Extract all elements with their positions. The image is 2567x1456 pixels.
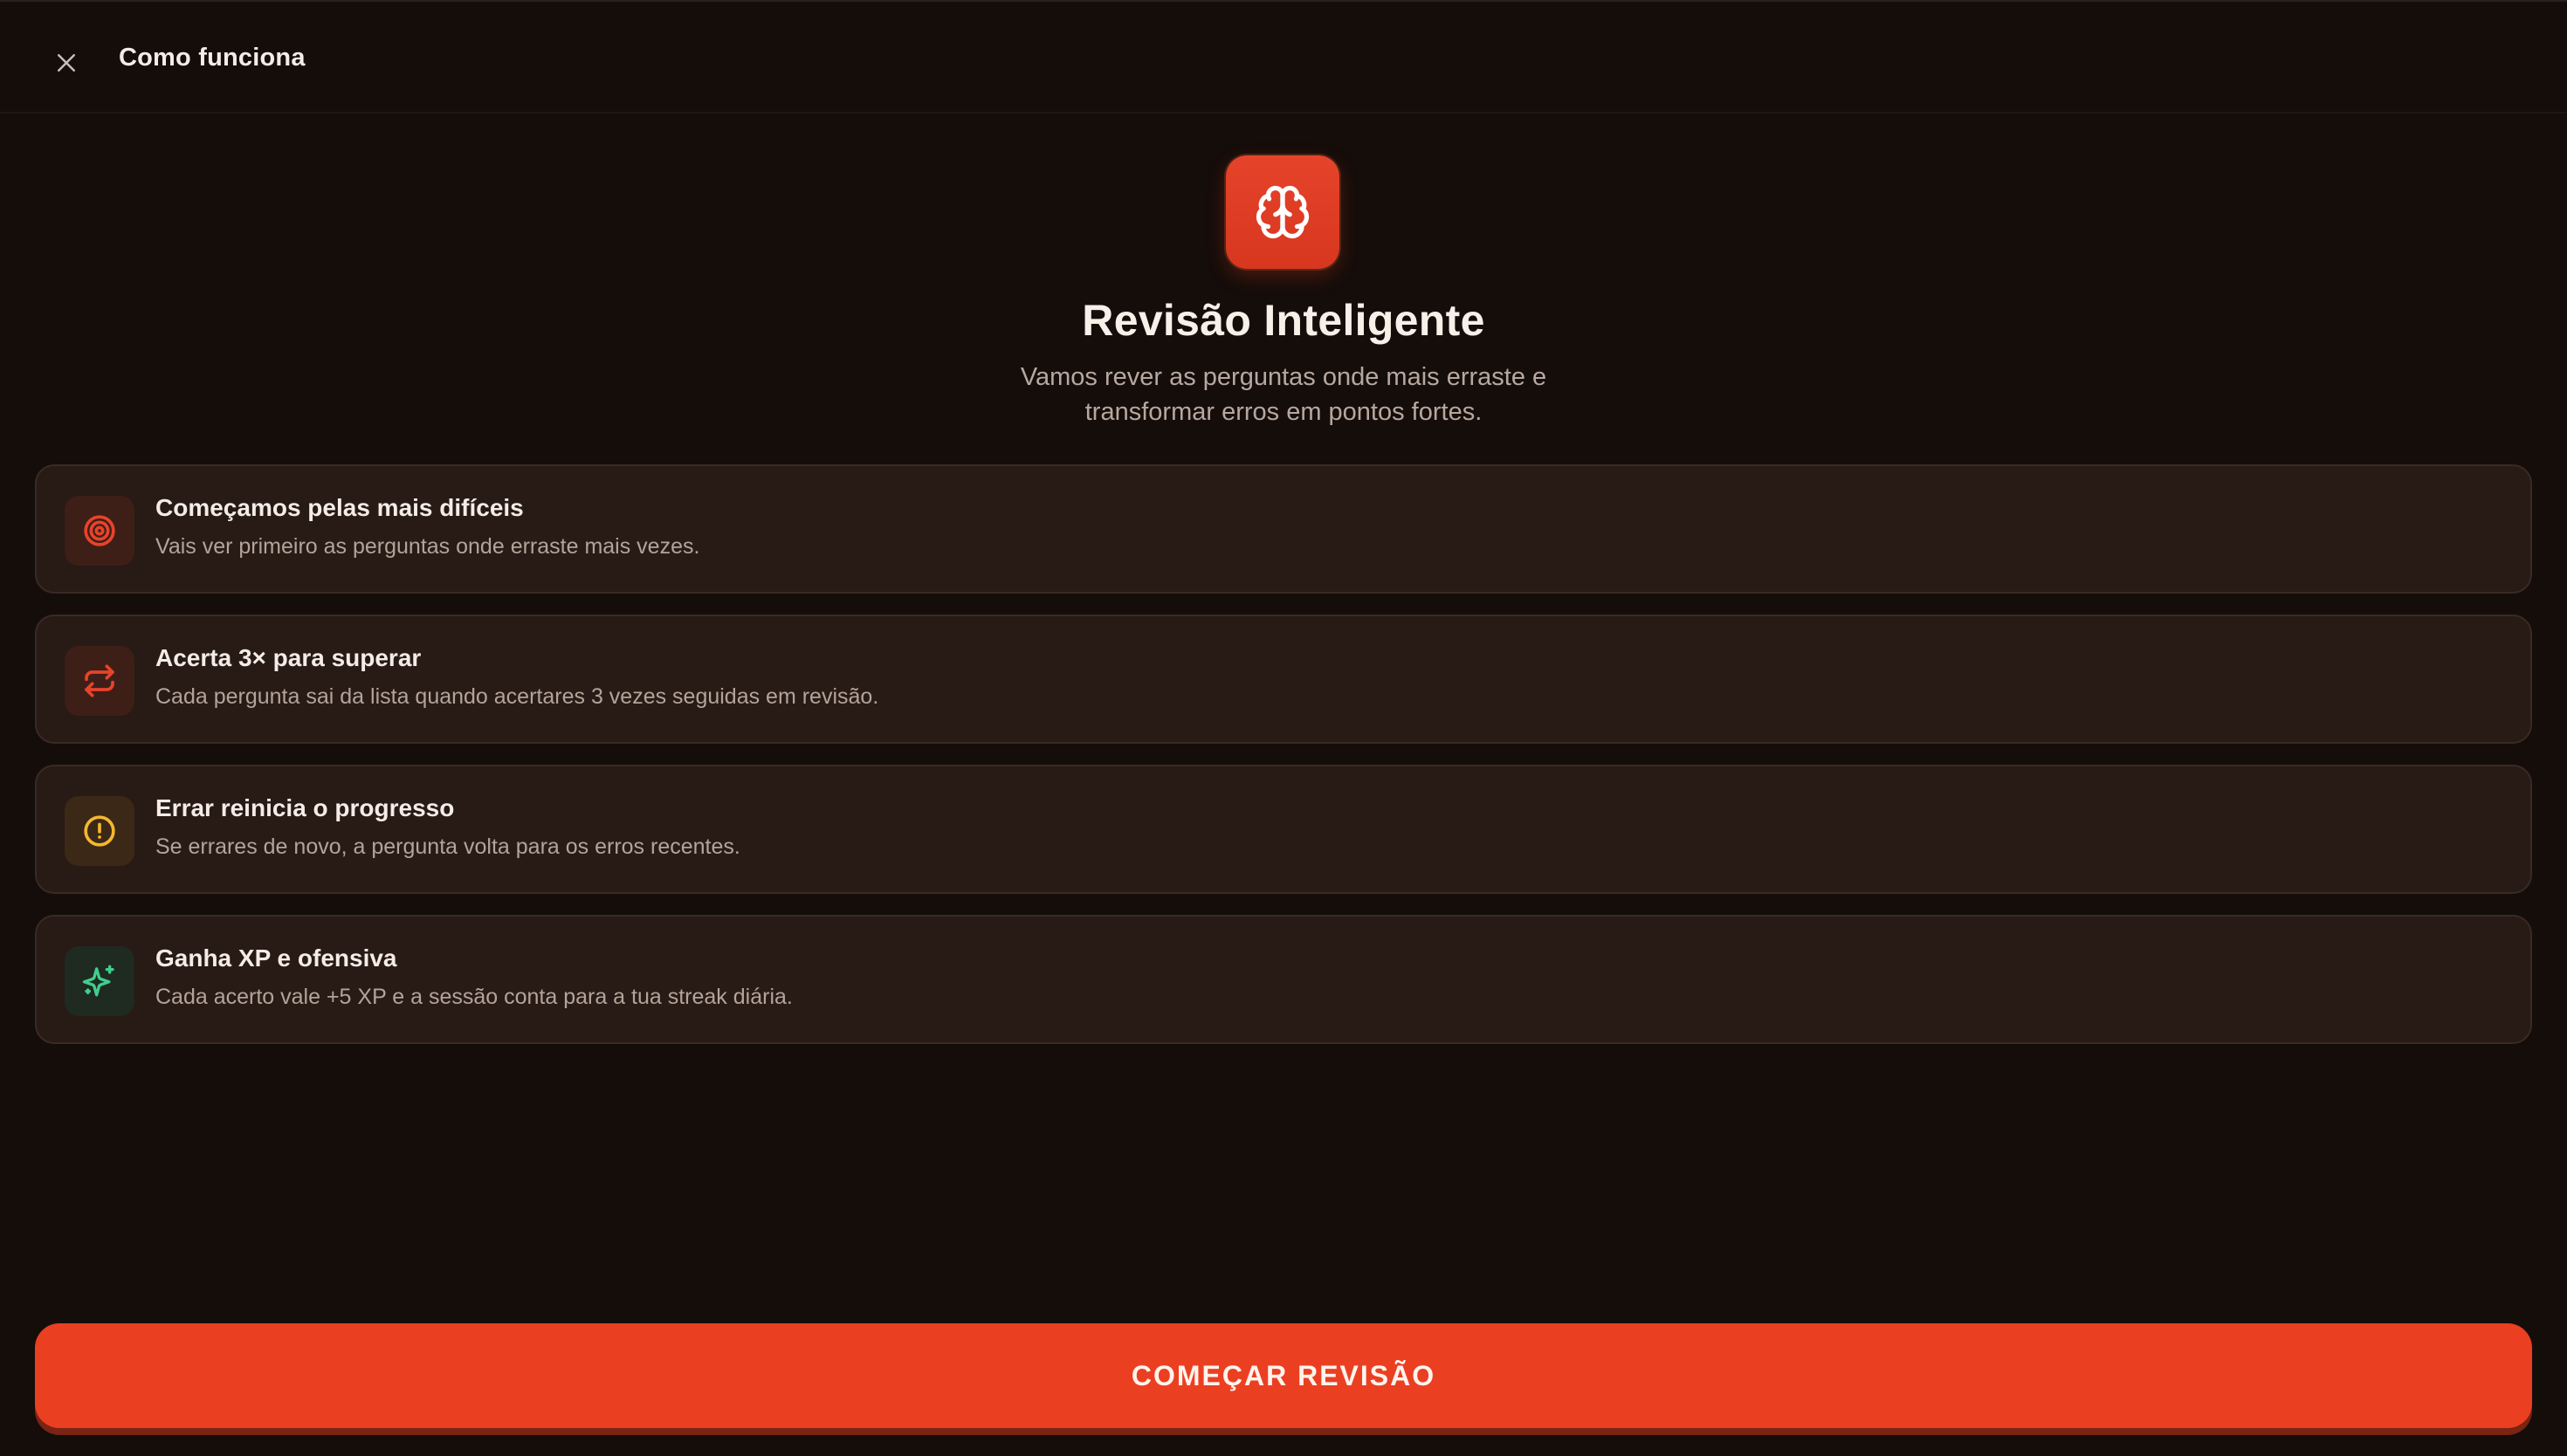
card-icon-box <box>65 496 134 566</box>
close-button[interactable] <box>49 45 84 80</box>
card-icon-box <box>65 646 134 716</box>
start-review-button[interactable]: COMEÇAR REVISÃO <box>35 1323 2532 1428</box>
page-title: Como funciona <box>119 44 306 72</box>
info-card: Começamos pelas mais difíceis Vais ver p… <box>35 464 2532 594</box>
info-card: Ganha XP e ofensiva Cada acerto vale +5 … <box>35 915 2532 1044</box>
card-description: Se errares de novo, a pergunta volta par… <box>155 834 740 859</box>
top-bar: Como funciona <box>0 0 2567 113</box>
card-title: Ganha XP e ofensiva <box>155 944 397 972</box>
card-description: Vais ver primeiro as perguntas onde erra… <box>155 534 700 559</box>
info-card: Errar reinicia o progresso Se errares de… <box>35 765 2532 894</box>
card-description: Cada acerto vale +5 XP e a sessão conta … <box>155 985 793 1009</box>
card-title: Acerta 3× para superar <box>155 644 422 671</box>
hero-title: Revisão Inteligente <box>1082 296 1485 345</box>
hero-badge <box>1226 155 1339 269</box>
card-icon-box <box>65 946 134 1016</box>
brain-icon <box>1256 185 1310 239</box>
card-title: Errar reinicia o progresso <box>155 794 455 821</box>
sparkles-icon <box>82 965 114 997</box>
hero-subtitle: Vamos rever as perguntas onde mais erras… <box>1020 363 1547 426</box>
card-icon-box <box>65 796 134 866</box>
card-description: Cada pergunta sai da lista quando acerta… <box>155 684 879 709</box>
close-icon <box>58 54 75 72</box>
alert-circle-icon <box>84 815 115 847</box>
target-icon <box>84 515 115 546</box>
info-card: Acerta 3× para superar Cada pergunta sai… <box>35 615 2532 744</box>
repeat-icon <box>85 664 114 697</box>
card-title: Começamos pelas mais difíceis <box>155 494 524 521</box>
